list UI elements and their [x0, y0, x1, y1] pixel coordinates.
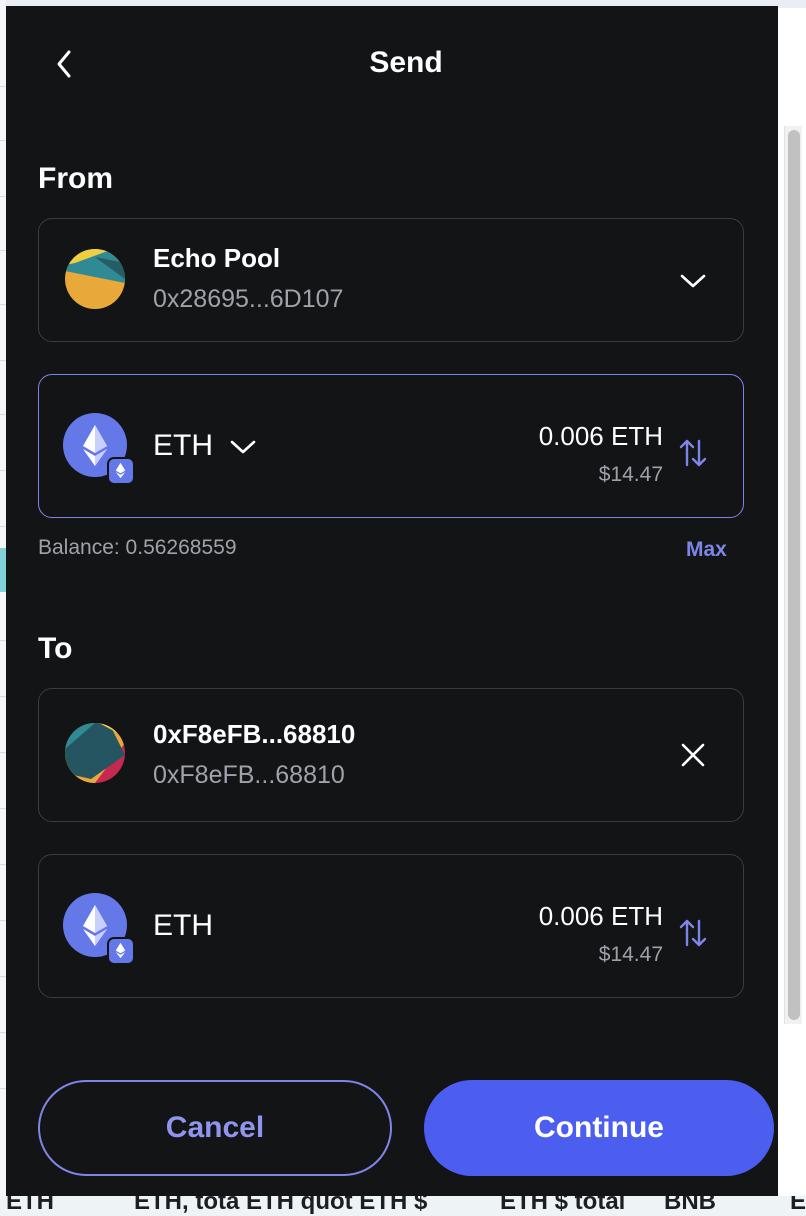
- background-table-row: ETH ETH, tota ETH quot ETH $ ETH $ total…: [0, 1196, 806, 1216]
- background-cell: E: [790, 1196, 806, 1215]
- page-title: Send: [369, 46, 443, 79]
- background-cell: ETH: [6, 1196, 54, 1215]
- ethereum-network-badge: [107, 457, 135, 485]
- ethereum-icon: [115, 942, 126, 959]
- chevron-down-icon: [680, 274, 706, 288]
- to-amount: 0.006 ETH: [538, 901, 663, 931]
- to-amount-card: ETH 0.006 ETH $14.47: [38, 854, 744, 998]
- to-account-address: 0xF8eFB...68810: [153, 761, 345, 789]
- modal-header: Send: [6, 6, 778, 122]
- from-account-avatar: [65, 249, 125, 309]
- from-account-selector[interactable]: Echo Pool 0x28695...6D107: [38, 218, 744, 342]
- from-account-address: 0x28695...6D107: [153, 285, 344, 313]
- balance-text: Balance: 0.56268559: [38, 536, 237, 559]
- from-account-name: Echo Pool: [153, 243, 281, 273]
- close-icon: [681, 743, 705, 767]
- to-account-card[interactable]: 0xF8eFB...68810 0xF8eFB...68810: [38, 688, 744, 822]
- continue-button[interactable]: Continue: [424, 1080, 774, 1176]
- chevron-down-icon: [230, 440, 256, 454]
- swap-units-button[interactable]: [675, 915, 711, 951]
- to-fiat-value: $14.47: [598, 943, 663, 966]
- background-cell: BNB: [664, 1196, 716, 1215]
- scrollbar[interactable]: [784, 126, 802, 1024]
- from-fiat-value: $14.47: [598, 463, 663, 486]
- send-modal: Send From Echo Pool 0x28695...6D107 ETH …: [6, 6, 778, 1196]
- to-account-name: 0xF8eFB...68810: [153, 719, 356, 749]
- ethereum-icon: [115, 462, 126, 479]
- cancel-button[interactable]: Cancel: [38, 1080, 392, 1176]
- max-button[interactable]: Max: [686, 538, 727, 562]
- scrollbar-thumb[interactable]: [788, 130, 800, 1020]
- from-amount: 0.006 ETH: [538, 421, 663, 451]
- background-cell: ETH, tota ETH quot ETH $: [134, 1196, 428, 1215]
- to-label: To: [38, 632, 73, 665]
- from-token-symbol: ETH: [153, 429, 213, 462]
- swap-units-button[interactable]: [675, 435, 711, 471]
- swap-vertical-icon: [679, 919, 707, 947]
- account-dropdown-button[interactable]: [675, 263, 711, 299]
- from-label: From: [38, 162, 113, 195]
- ethereum-network-badge: [107, 937, 135, 965]
- from-amount-card[interactable]: ETH 0.006 ETH $14.47: [38, 374, 744, 518]
- background-cell: ETH $ total: [500, 1196, 626, 1215]
- to-account-avatar: [65, 723, 125, 783]
- clear-recipient-button[interactable]: [675, 737, 711, 773]
- to-token-symbol: ETH: [153, 909, 213, 942]
- swap-vertical-icon: [679, 439, 707, 467]
- token-dropdown-button[interactable]: [225, 429, 261, 465]
